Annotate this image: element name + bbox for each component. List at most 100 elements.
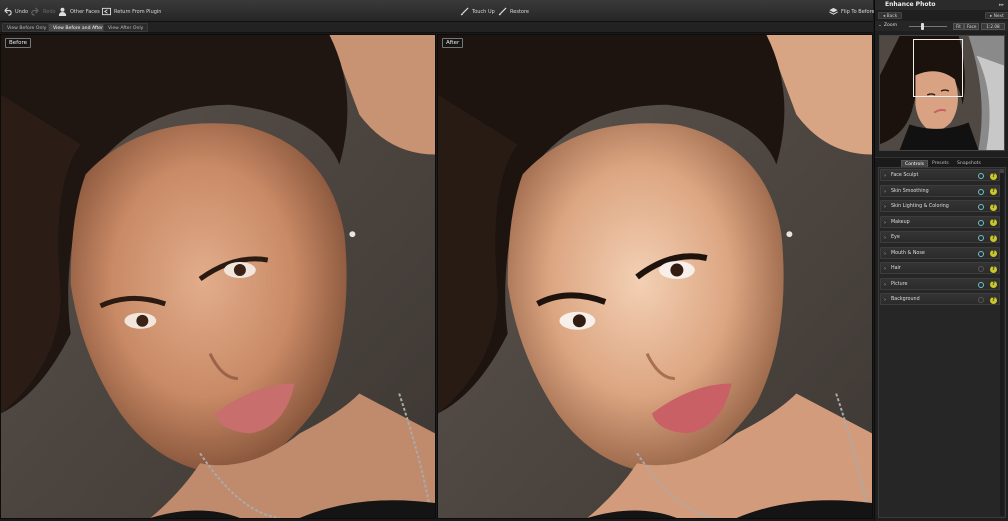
chevron-down-icon: ⌄	[878, 23, 882, 28]
control-label: Picture	[891, 281, 908, 287]
face-button[interactable]: Face	[964, 23, 980, 30]
zoom-toggle[interactable]: ⌄ Zoom	[878, 23, 897, 28]
redo-label: Redo	[43, 8, 56, 15]
restore-label: Restore	[510, 8, 529, 15]
help-icon[interactable]: ?	[990, 296, 997, 304]
control-eye[interactable]: › Eye ?	[880, 231, 1000, 243]
help-icon[interactable]: ?	[990, 172, 997, 180]
control-label: Eye	[891, 235, 900, 240]
flip-label: Flip To Before	[841, 8, 875, 15]
toggle-ring-icon[interactable]	[978, 173, 984, 179]
chevron-right-icon: ›	[884, 250, 886, 257]
chevron-right-icon: ›	[884, 188, 886, 195]
help-icon[interactable]: ?	[990, 188, 997, 195]
control-label: Skin Smoothing	[891, 188, 929, 194]
return-icon	[102, 7, 111, 16]
toolbar: Undo Redo Other Faces Return From Plugin…	[0, 0, 875, 22]
toggle-ring-icon[interactable]	[978, 204, 984, 210]
controls-list: › Face Sculpt ? › Skin Smoothing ? › Ski…	[878, 167, 1006, 518]
view-mode-tabs: View Before Only View Before and After V…	[0, 22, 873, 33]
toggle-ring-icon[interactable]	[978, 266, 984, 272]
zoom-label: Zoom	[883, 23, 898, 28]
control-picture[interactable]: › Picture ?	[880, 277, 1000, 290]
nav-row: ◂ Back ▸ Next	[875, 11, 1008, 20]
redo-button[interactable]: Redo	[31, 6, 56, 17]
help-icon[interactable]: ?	[990, 203, 997, 211]
touch-up-label: Touch Up	[472, 8, 495, 15]
toggle-ring-icon[interactable]	[978, 219, 984, 226]
scroll-up-icon[interactable]	[1000, 169, 1004, 173]
before-label: Before	[5, 38, 31, 48]
flip-to-before-button[interactable]: Flip To Before	[829, 6, 875, 17]
next-label: Next	[993, 14, 1004, 19]
back-label: Back	[886, 14, 898, 19]
return-label: Return From Plugin	[114, 8, 162, 15]
after-photo-panel[interactable]: After	[437, 34, 873, 519]
toggle-ring-icon[interactable]	[978, 235, 984, 241]
sidebar-title: Enhance Photo	[875, 0, 1008, 10]
chevron-right-icon: ›	[884, 281, 886, 288]
other-faces-label: Other Faces	[70, 8, 100, 15]
next-button[interactable]: ▸ Next	[985, 12, 1008, 19]
zoom-row: ⌄ Zoom Fit Face 1:2.08	[875, 21, 1008, 31]
enhance-sidebar: Enhance Photo ▸▸ ◂ Back ▸ Next ⌄ Zoom Fi…	[874, 0, 1008, 521]
sidebar-tabs: Controls Presets Snapshots	[875, 157, 1008, 168]
control-hair[interactable]: › Hair ?	[880, 262, 1000, 274]
redo-icon	[31, 7, 39, 16]
chevron-right-icon: ›	[884, 173, 886, 179]
touch-up-button[interactable]: Touch Up	[460, 6, 495, 17]
control-skin-smoothing[interactable]: › Skin Smoothing ?	[880, 184, 1000, 197]
toggle-ring-icon[interactable]	[978, 250, 984, 257]
back-button[interactable]: ◂ Back	[878, 12, 903, 19]
chevron-right-icon: ›	[884, 204, 886, 210]
tab-view-after-only[interactable]: View After Only	[103, 23, 149, 32]
layers-icon	[829, 7, 838, 15]
control-label: Skin Lighting & Coloring	[891, 204, 949, 209]
collapse-icon[interactable]: ▸▸	[999, 2, 1005, 8]
controls-scrollbar[interactable]	[1000, 169, 1004, 516]
control-label: Makeup	[891, 219, 910, 225]
navigator-thumbnail[interactable]	[879, 35, 1005, 151]
control-label: Background	[891, 297, 920, 302]
navigator-viewport-box[interactable]	[913, 39, 963, 97]
toggle-ring-icon[interactable]	[978, 297, 984, 303]
help-icon[interactable]: ?	[990, 265, 997, 273]
control-label: Hair	[891, 266, 901, 271]
after-photo	[438, 35, 872, 518]
person-icon	[58, 7, 67, 16]
restore-button[interactable]: Restore	[498, 6, 529, 17]
control-background[interactable]: › Background ?	[880, 293, 1000, 305]
control-face-sculpt[interactable]: › Face Sculpt ?	[880, 169, 1000, 181]
after-label: After	[442, 38, 464, 48]
control-makeup[interactable]: › Makeup ?	[880, 215, 1000, 228]
control-label: Mouth & Nose	[891, 250, 925, 256]
chevron-right-icon: ›	[884, 266, 886, 272]
before-photo	[1, 35, 435, 518]
zoom-ratio-field[interactable]: 1:2.08	[981, 23, 1005, 30]
undo-icon	[4, 7, 12, 16]
chevron-right-icon: ›	[884, 297, 886, 303]
undo-button[interactable]: Undo	[3, 6, 28, 17]
toggle-ring-icon[interactable]	[978, 281, 984, 288]
help-icon[interactable]: ?	[990, 250, 997, 257]
before-photo-panel[interactable]: Before	[0, 34, 436, 519]
other-faces-button[interactable]: Other Faces	[58, 6, 100, 17]
fit-button[interactable]: Fit	[953, 23, 964, 30]
tab-view-before-and-after[interactable]: View Before and After	[48, 23, 108, 32]
help-icon[interactable]: ?	[990, 219, 997, 226]
restore-brush-icon	[498, 7, 507, 16]
return-from-plugin-button[interactable]: Return From Plugin	[102, 6, 161, 17]
tab-view-before-only[interactable]: View Before Only	[2, 23, 52, 32]
control-skin-lighting-coloring[interactable]: › Skin Lighting & Coloring ?	[880, 200, 1000, 212]
chevron-right-icon: ›	[884, 235, 886, 241]
zoom-slider-handle[interactable]	[921, 23, 924, 30]
zoom-slider-track[interactable]	[909, 26, 947, 27]
control-label: Face Sculpt	[891, 173, 919, 178]
chevron-right-icon: ›	[884, 219, 886, 226]
undo-label: Undo	[15, 8, 29, 15]
help-icon[interactable]: ?	[990, 281, 997, 288]
toggle-ring-icon[interactable]	[978, 188, 984, 195]
help-icon[interactable]: ?	[990, 234, 997, 242]
brush-icon	[460, 7, 469, 16]
control-mouth-nose[interactable]: › Mouth & Nose ?	[880, 246, 1000, 259]
